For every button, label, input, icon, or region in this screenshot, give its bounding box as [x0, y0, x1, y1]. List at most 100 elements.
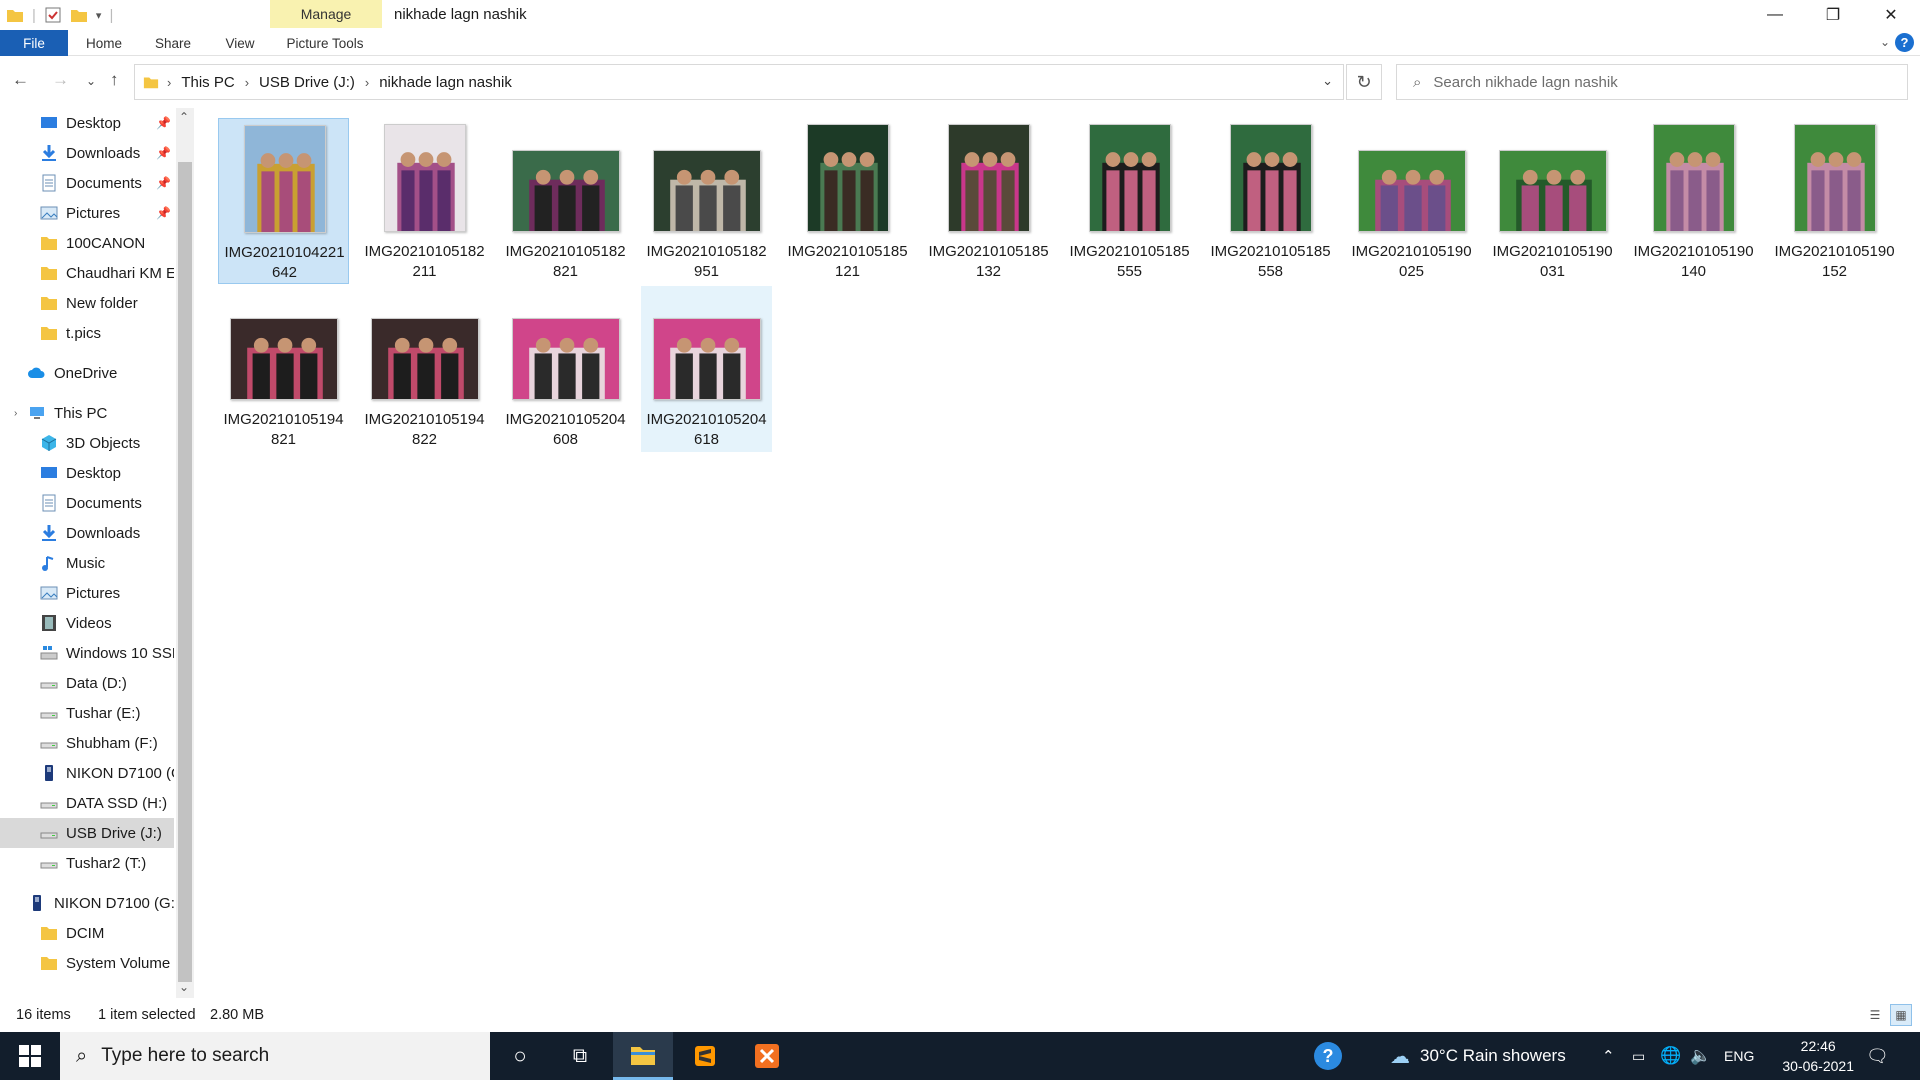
- sidebar-item[interactable]: Pictures 📌: [0, 198, 174, 228]
- sidebar-item[interactable]: Tushar (E:): [0, 698, 174, 728]
- scroll-up-icon[interactable]: ⌃: [179, 110, 189, 124]
- sidebar-item[interactable]: OneDrive: [0, 358, 174, 388]
- input-language[interactable]: ENG: [1724, 1032, 1754, 1080]
- file-item[interactable]: IMG20210105190 031: [1487, 118, 1618, 284]
- start-button[interactable]: [0, 1032, 60, 1080]
- sidebar-item[interactable]: Documents 📌: [0, 168, 174, 198]
- search-input[interactable]: ⌕ Search nikhade lagn nashik: [1396, 64, 1908, 100]
- new-folder-icon[interactable]: [70, 6, 88, 24]
- tab-share[interactable]: Share: [140, 30, 206, 56]
- breadcrumb-usb-drive[interactable]: USB Drive (J:): [259, 74, 355, 91]
- weather-widget[interactable]: ☁ 30°C Rain showers: [1390, 1032, 1566, 1080]
- sidebar-item[interactable]: USB Drive (J:): [0, 818, 174, 848]
- file-item[interactable]: IMG20210105204 608: [500, 286, 631, 452]
- show-hidden-icons-icon[interactable]: ⌃: [1602, 1032, 1615, 1080]
- task-view-icon[interactable]: ⧉: [550, 1032, 610, 1080]
- file-item[interactable]: IMG20210105190 025: [1346, 118, 1477, 284]
- scrollbar-thumb[interactable]: [178, 162, 192, 982]
- chevron-right-icon[interactable]: ›: [167, 75, 171, 90]
- tab-picture-tools[interactable]: Picture Tools: [274, 30, 376, 56]
- file-item[interactable]: IMG20210104221 642: [218, 118, 349, 284]
- breadcrumb-this-pc[interactable]: This PC: [181, 74, 234, 91]
- sidebar-item[interactable]: Shubham (F:): [0, 728, 174, 758]
- file-name: IMG20210105185 555: [1064, 242, 1195, 282]
- sidebar-item[interactable]: 100CANON: [0, 228, 174, 258]
- properties-icon[interactable]: [44, 6, 62, 24]
- sidebar-item[interactable]: Desktop 📌: [0, 108, 174, 138]
- file-item[interactable]: IMG20210105182 951: [641, 118, 772, 284]
- minimize-button[interactable]: —: [1746, 0, 1804, 30]
- address-dropdown-icon[interactable]: ⌄: [1322, 73, 1333, 89]
- scroll-down-icon[interactable]: ⌄: [179, 980, 189, 994]
- sidebar-item[interactable]: New folder: [0, 288, 174, 318]
- details-view-button[interactable]: ☰: [1864, 1004, 1886, 1026]
- back-arrow-icon[interactable]: ←: [12, 70, 29, 90]
- recent-locations-icon[interactable]: ⌄: [86, 74, 96, 88]
- drive-windows-icon: [40, 644, 58, 662]
- file-item[interactable]: IMG20210105185 555: [1064, 118, 1195, 284]
- volume-icon[interactable]: 🔈: [1690, 1032, 1711, 1080]
- sidebar-item[interactable]: NIKON D7100 (G: [0, 758, 174, 788]
- sidebar-item[interactable]: t.pics: [0, 318, 174, 348]
- file-item[interactable]: IMG20210105182 211: [359, 118, 490, 284]
- file-item[interactable]: IMG20210105204 618: [641, 286, 772, 452]
- manage-context-tab[interactable]: Manage: [270, 0, 382, 28]
- sidebar-item-label: Desktop: [66, 114, 122, 132]
- file-item[interactable]: IMG20210105190 152: [1769, 118, 1900, 284]
- sidebar-item[interactable]: Downloads 📌: [0, 138, 174, 168]
- sidebar-item[interactable]: DATA SSD (H:): [0, 788, 174, 818]
- file-explorer-taskbar-icon[interactable]: [613, 1032, 673, 1080]
- sidebar-item[interactable]: Chaudhari KM Er: [0, 258, 174, 288]
- file-item[interactable]: IMG20210105194 822: [359, 286, 490, 452]
- up-arrow-icon[interactable]: ↑: [110, 70, 119, 90]
- breadcrumb-current-folder[interactable]: nikhade lagn nashik: [379, 74, 512, 91]
- file-item[interactable]: IMG20210105182 821: [500, 118, 631, 284]
- clock[interactable]: 22:46 30-06-2021: [1782, 1036, 1854, 1076]
- sidebar-item[interactable]: Videos: [0, 608, 174, 638]
- network-icon[interactable]: 🌐: [1660, 1032, 1681, 1080]
- file-item[interactable]: IMG20210105190 140: [1628, 118, 1759, 284]
- expand-ribbon-icon[interactable]: ⌄: [1880, 35, 1890, 49]
- refresh-button[interactable]: ↻: [1346, 64, 1382, 100]
- customize-quick-access-icon[interactable]: ▾: [96, 9, 102, 22]
- tab-home[interactable]: Home: [72, 30, 136, 56]
- sublime-text-icon[interactable]: [675, 1032, 735, 1080]
- sidebar-item[interactable]: NIKON D7100 (G:): [0, 888, 174, 918]
- expand-icon[interactable]: ›: [14, 408, 17, 419]
- taskbar-search-box[interactable]: ⌕ Type here to search: [60, 1032, 490, 1080]
- sidebar-item[interactable]: Music: [0, 548, 174, 578]
- large-icons-view-button[interactable]: ▦: [1890, 1004, 1912, 1026]
- file-item[interactable]: IMG20210105185 558: [1205, 118, 1336, 284]
- sidebar-item[interactable]: Tushar2 (T:): [0, 848, 174, 878]
- forward-arrow-icon[interactable]: →: [52, 70, 69, 90]
- sidebar-item[interactable]: Desktop: [0, 458, 174, 488]
- sidebar-item[interactable]: 3D Objects: [0, 428, 174, 458]
- tab-file[interactable]: File: [0, 30, 68, 56]
- tab-view[interactable]: View: [210, 30, 270, 56]
- sidebar-item[interactable]: Documents: [0, 488, 174, 518]
- file-item[interactable]: IMG20210105185 132: [923, 118, 1054, 284]
- address-bar[interactable]: › This PC › USB Drive (J:) › nikhade lag…: [134, 64, 1344, 100]
- image-thumbnail: [652, 150, 761, 232]
- maximize-button[interactable]: ❐: [1804, 0, 1862, 30]
- chevron-right-icon[interactable]: ›: [245, 75, 249, 90]
- chevron-right-icon[interactable]: ›: [365, 75, 369, 90]
- notifications-icon[interactable]: 🗨: [1866, 1032, 1889, 1080]
- file-item[interactable]: IMG20210105194 821: [218, 286, 349, 452]
- help-icon[interactable]: ?: [1895, 33, 1914, 52]
- cortana-icon[interactable]: ○: [490, 1032, 550, 1080]
- navigation-pane-scrollbar[interactable]: ⌃ ⌄: [176, 108, 194, 998]
- sidebar-item[interactable]: Data (D:): [0, 668, 174, 698]
- battery-icon[interactable]: ▭: [1632, 1032, 1645, 1080]
- sidebar-item[interactable]: System Volume I: [0, 948, 174, 978]
- sidebar-item[interactable]: Windows 10 SSD: [0, 638, 174, 668]
- sidebar-item[interactable]: DCIM: [0, 918, 174, 948]
- xampp-icon[interactable]: [737, 1032, 797, 1080]
- close-button[interactable]: ✕: [1862, 0, 1920, 30]
- sidebar-item[interactable]: This PC ›: [0, 398, 174, 428]
- help-tips-icon[interactable]: ?: [1298, 1032, 1358, 1080]
- sidebar-item[interactable]: Downloads: [0, 518, 174, 548]
- sidebar-item[interactable]: Pictures: [0, 578, 174, 608]
- file-item[interactable]: IMG20210105185 121: [782, 118, 913, 284]
- sidebar-item-label: Desktop: [66, 464, 122, 482]
